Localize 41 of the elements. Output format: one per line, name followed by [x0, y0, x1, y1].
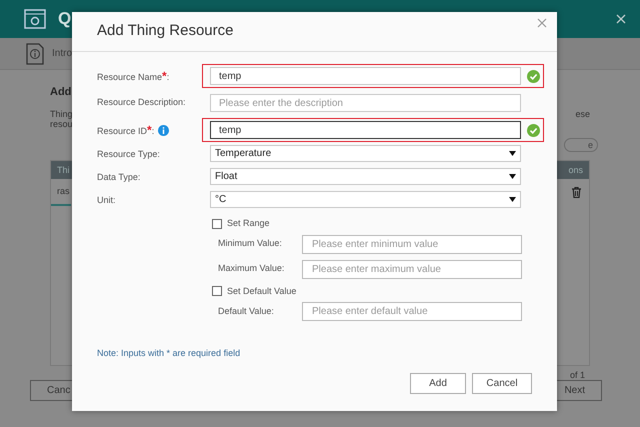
dropdown[interactable]: Float: [210, 168, 521, 185]
dropdown-arrow-icon: [509, 197, 516, 202]
dialog-button[interactable]: Cancel: [472, 373, 532, 394]
column-header: Thi: [57, 164, 70, 176]
document-info-icon: [26, 42, 44, 64]
field-label: Resource Type:: [97, 148, 161, 162]
dropdown[interactable]: °C: [210, 191, 521, 208]
description-text: ese: [575, 108, 590, 120]
section-heading: Add: [50, 85, 72, 100]
dropdown-arrow-icon: [509, 174, 516, 179]
field-label: Minimum Value:: [218, 237, 283, 250]
description-text: resou: [50, 118, 73, 128]
field-label: Resource ID*:: [97, 122, 154, 139]
pagination-text: of 1: [570, 370, 585, 380]
checkbox-label: Set Default Value: [227, 284, 296, 298]
note-text: Note: Inputs with * are required field: [97, 347, 242, 360]
field-label: Unit:: [97, 194, 117, 208]
text-input[interactable]: Please enter default value: [302, 302, 522, 321]
dropdown-arrow-icon: [509, 151, 516, 156]
dialog-title: Add Thing Resource: [97, 21, 234, 42]
text-input[interactable]: Please enter minimum value: [302, 234, 522, 254]
description-text: Thing: [50, 108, 73, 118]
column-header: ons: [568, 164, 583, 176]
dropdown[interactable]: Temperature: [210, 145, 521, 162]
dialog-button[interactable]: Add: [410, 373, 466, 394]
text-input[interactable]: temp: [210, 121, 521, 139]
app-title: Q: [58, 8, 72, 30]
close-icon[interactable]: [537, 18, 547, 28]
close-icon[interactable]: [616, 14, 626, 24]
field-label: Data Type:: [97, 171, 142, 184]
checkbox-label: Set Range: [227, 217, 270, 230]
field-label: Maximum Value:: [218, 262, 286, 276]
field-label: Resource Description:: [97, 96, 186, 110]
trash-icon[interactable]: [572, 186, 581, 198]
text-input[interactable]: Please enter the description: [210, 94, 521, 112]
field-label: Default Value:: [218, 304, 275, 318]
text-input[interactable]: temp: [210, 67, 521, 85]
text-input[interactable]: Please enter maximum value: [302, 260, 522, 278]
checkbox[interactable]: [212, 218, 222, 229]
checkbox[interactable]: [212, 286, 222, 296]
field-label: Resource Name*:: [97, 68, 170, 85]
